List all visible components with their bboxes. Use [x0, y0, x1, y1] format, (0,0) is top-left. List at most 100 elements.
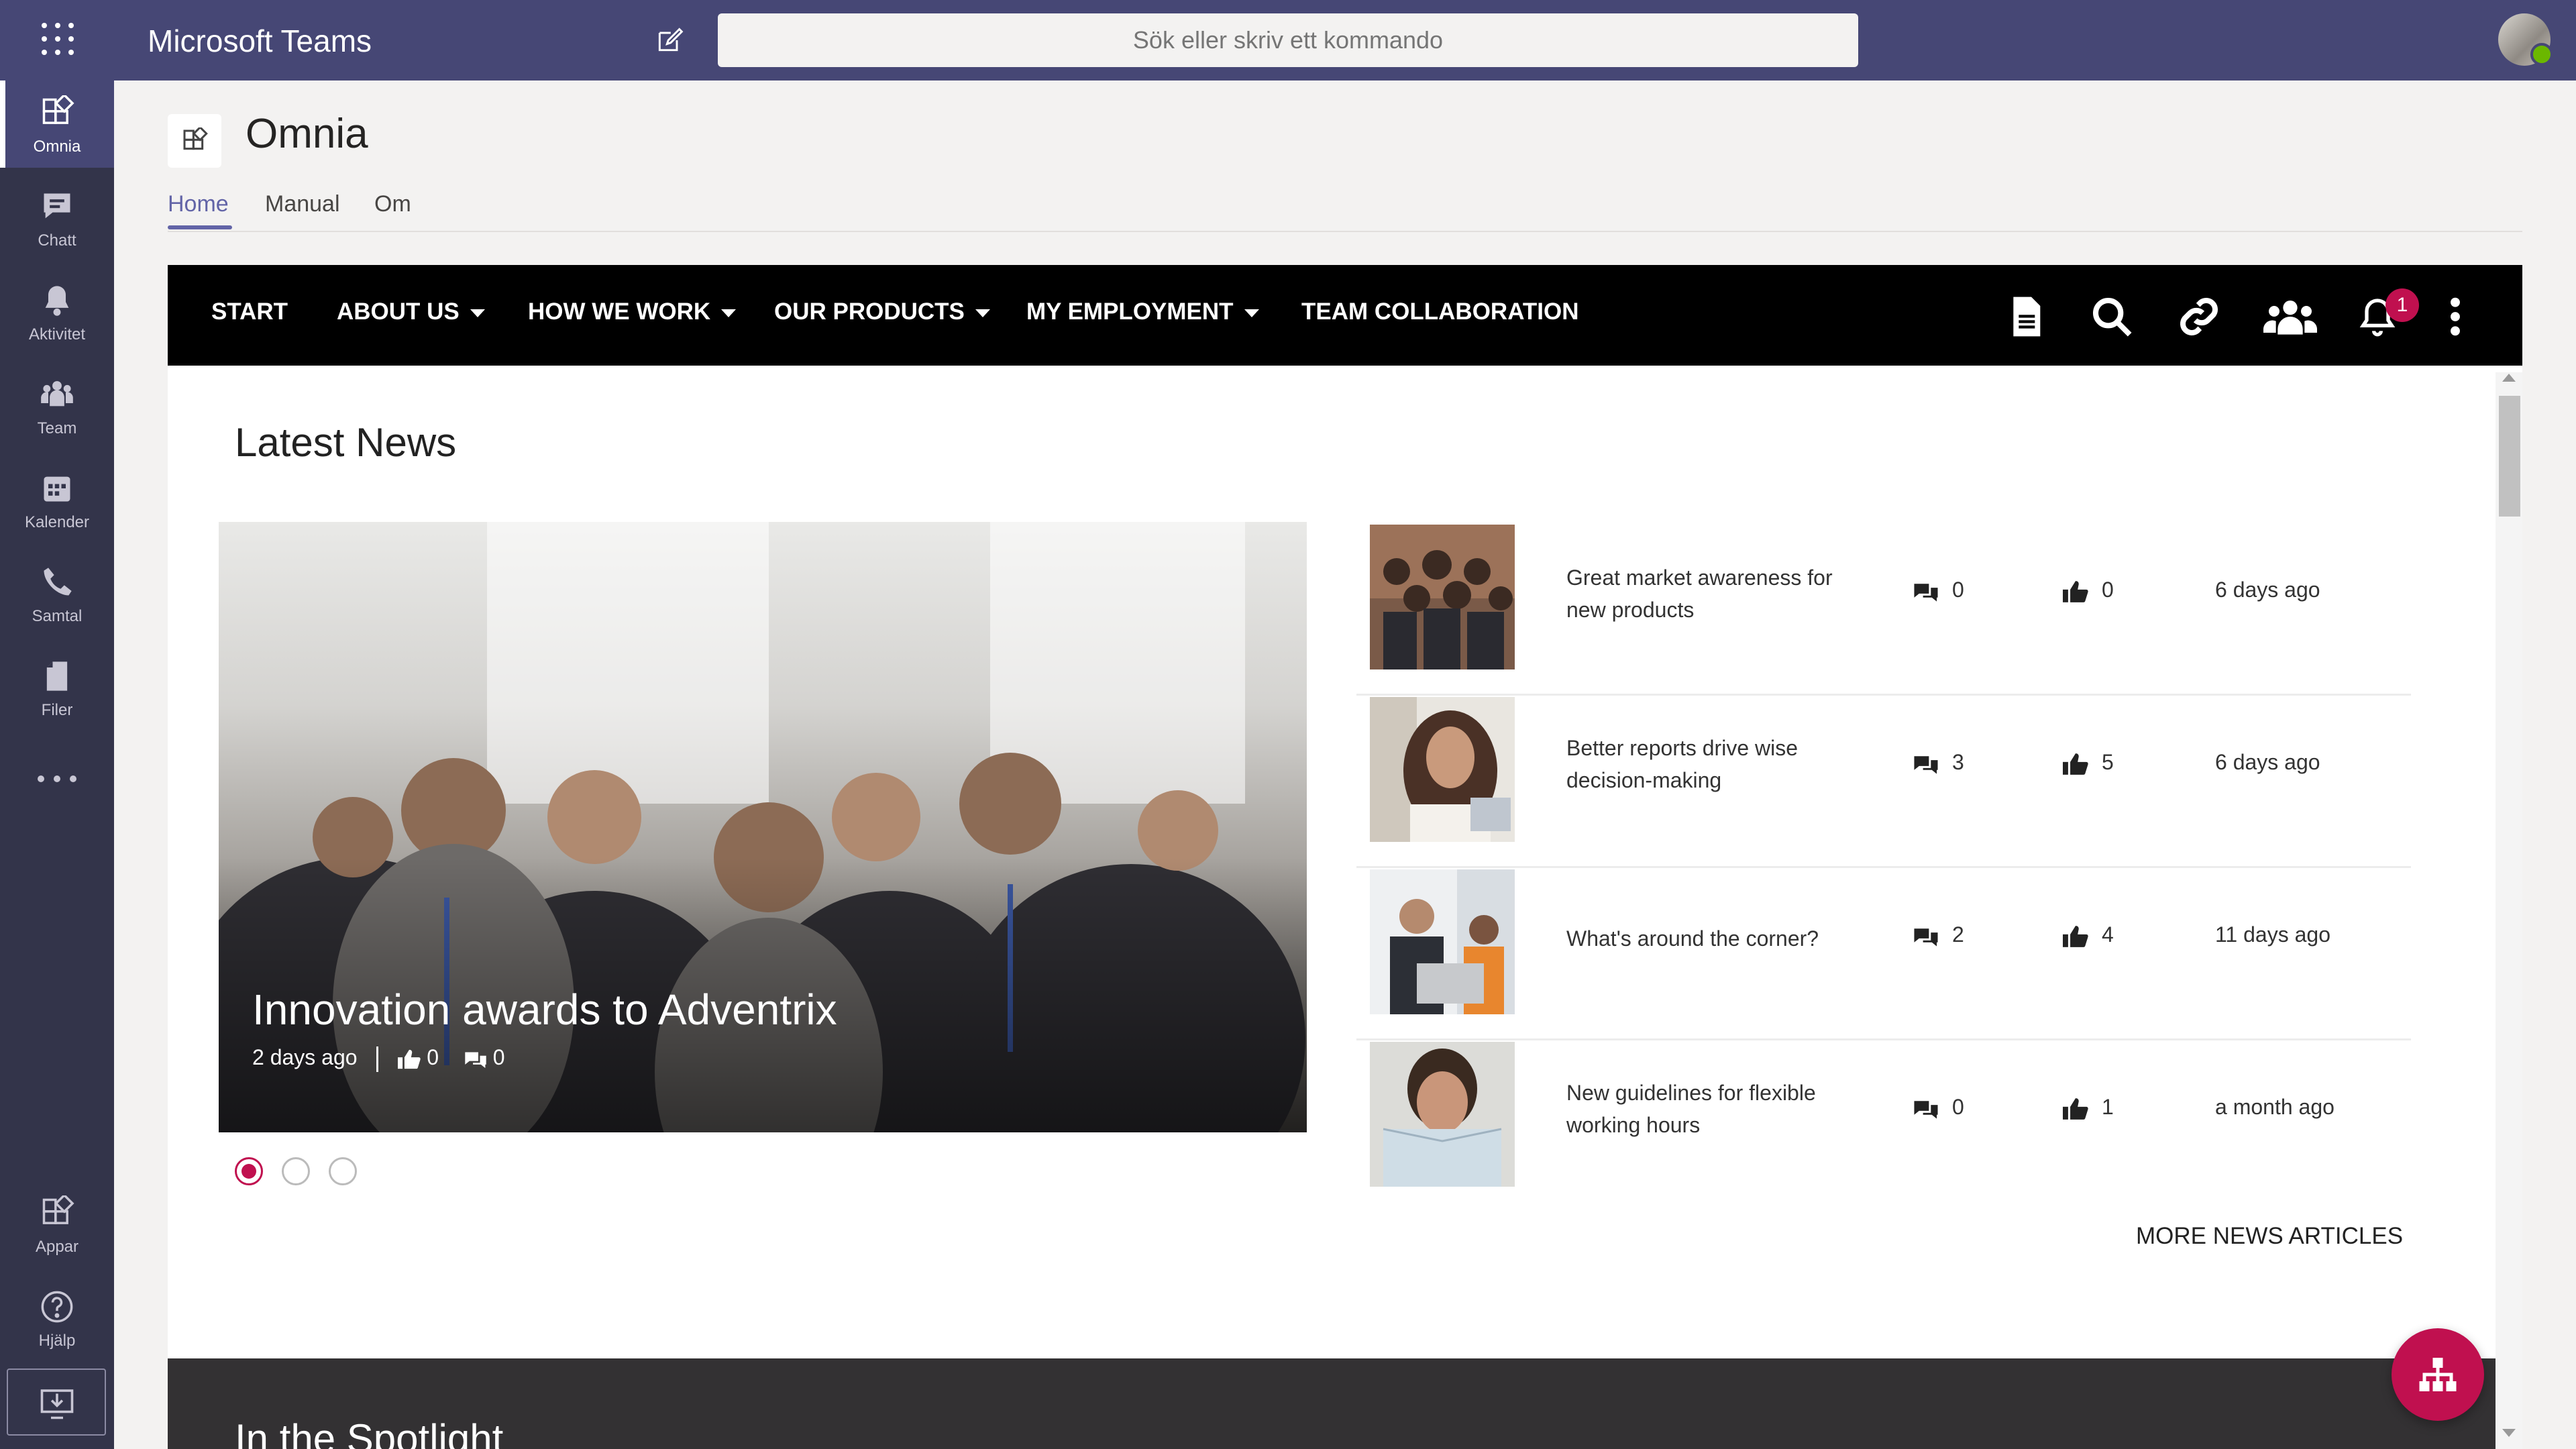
rail-item-calendar[interactable]: Kalender — [0, 456, 114, 543]
carousel-dot-3[interactable] — [329, 1157, 357, 1185]
notification-badge: 1 — [2385, 288, 2419, 322]
featured-news-title[interactable]: Innovation awards to Adventrix — [252, 985, 837, 1034]
omnia-navbar: START ABOUT US HOW WE WORK OUR PRODUCTS … — [168, 265, 2522, 366]
apps-icon — [42, 1195, 74, 1224]
more-apps-icon[interactable] — [35, 771, 79, 785]
carousel-dot-1[interactable] — [235, 1157, 263, 1185]
nav-item-label: START — [211, 299, 288, 325]
search-input[interactable] — [718, 13, 1858, 67]
nav-item-label: OUR PRODUCTS — [774, 299, 965, 325]
featured-news-meta: 2 days ago 0 0 — [252, 1045, 505, 1072]
rail-item-chat[interactable]: Chatt — [0, 174, 114, 262]
thumbs-up-icon — [2063, 580, 2088, 602]
news-thumbnail — [1370, 697, 1515, 842]
team-icon — [41, 381, 73, 407]
apps-icon — [42, 95, 74, 124]
comment-count: 3 — [1952, 750, 1964, 774]
comments-icon — [465, 1052, 486, 1068]
link-icon[interactable] — [2178, 295, 2220, 338]
apps-icon — [183, 127, 208, 150]
bell-icon — [45, 286, 69, 316]
compose-icon[interactable] — [655, 25, 684, 55]
news-title[interactable]: New guidelines for flexible working hour… — [1566, 1077, 1855, 1141]
file-icon — [46, 661, 68, 691]
nav-item-start[interactable]: START — [211, 299, 288, 325]
tab-home[interactable]: Home — [168, 191, 229, 217]
news-likes: 0 — [2063, 578, 2114, 602]
news-likes: 1 — [2063, 1095, 2114, 1120]
news-date: 6 days ago — [2215, 578, 2320, 602]
news-comments: 2 — [1913, 922, 1964, 947]
app-launcher-icon[interactable] — [42, 23, 74, 55]
thumbs-up-icon — [2063, 753, 2088, 775]
comments-icon — [1914, 928, 1938, 947]
news-list-item[interactable]: What's around the corner? 2 4 11 days ag… — [1356, 866, 2411, 1040]
comment-count: 2 — [1952, 922, 1964, 947]
caret-down-icon — [721, 309, 737, 317]
nav-item-label: ABOUT US — [337, 299, 460, 325]
rail-item-activity[interactable]: Aktivitet — [0, 268, 114, 356]
like-count: 1 — [2102, 1095, 2114, 1119]
rail-item-label: Hjälp — [38, 1332, 76, 1350]
news-comments: 0 — [1913, 578, 1964, 602]
sitemap-button[interactable] — [2392, 1328, 2484, 1421]
like-count: 5 — [2102, 750, 2114, 774]
download-app-button[interactable] — [7, 1368, 106, 1436]
like-count: 0 — [2102, 578, 2114, 602]
more-vertical-icon[interactable] — [2442, 295, 2469, 338]
comment-count: 0 — [1952, 1095, 1964, 1119]
divider — [168, 231, 2522, 232]
news-title[interactable]: Better reports drive wise decision-makin… — [1566, 732, 1855, 796]
nav-item-my-employment[interactable]: MY EMPLOYMENT — [1026, 299, 1259, 325]
more-news-link[interactable]: MORE NEWS ARTICLES — [2136, 1223, 2403, 1250]
nav-item-about-us[interactable]: ABOUT US — [337, 299, 485, 325]
comment-count: 0 — [1952, 578, 1964, 602]
news-title[interactable]: Great market awareness for new products — [1566, 561, 1855, 626]
nav-item-our-products[interactable]: OUR PRODUCTS — [774, 299, 990, 325]
avatar[interactable] — [2498, 13, 2553, 66]
news-list-item[interactable]: New guidelines for flexible working hour… — [1356, 1038, 2411, 1211]
phone-icon — [44, 568, 72, 596]
section-title: Latest News — [235, 420, 457, 465]
scroll-down-icon[interactable] — [2502, 1429, 2516, 1437]
rail-item-calls[interactable]: Samtal — [0, 550, 114, 637]
tab-manual[interactable]: Manual — [265, 191, 340, 217]
news-list-item[interactable]: Better reports drive wise decision-makin… — [1356, 694, 2411, 868]
rail-item-omnia[interactable]: Omnia — [0, 80, 114, 168]
nav-item-how-we-work[interactable]: HOW WE WORK — [528, 299, 737, 325]
tab-om[interactable]: Om — [374, 191, 411, 217]
people-icon[interactable] — [2263, 295, 2317, 338]
news-likes: 4 — [2063, 922, 2114, 947]
scrollbar-thumb[interactable] — [2499, 396, 2520, 517]
document-icon[interactable] — [2004, 295, 2047, 338]
comments-icon — [1914, 583, 1938, 602]
nav-item-label: MY EMPLOYMENT — [1026, 299, 1234, 325]
nav-item-team-collaboration[interactable]: TEAM COLLABORATION — [1301, 299, 1578, 325]
news-likes: 5 — [2063, 750, 2114, 775]
channel-app-icon — [168, 114, 221, 168]
thumbs-up-icon — [2063, 925, 2088, 947]
download-icon — [40, 1389, 74, 1419]
chat-icon — [44, 193, 70, 219]
active-tab-indicator — [168, 225, 232, 229]
comments-icon — [1914, 1100, 1938, 1119]
rail-item-label: Omnia — [33, 138, 81, 156]
rail-item-label: Filer — [41, 701, 73, 719]
rail-item-team[interactable]: Team — [0, 362, 114, 449]
rail-item-help[interactable]: Hjälp — [0, 1275, 114, 1362]
rail-item-apps[interactable]: Appar — [0, 1181, 114, 1268]
scroll-up-icon[interactable] — [2502, 374, 2516, 382]
rail-item-label: Team — [37, 419, 77, 437]
news-list-item[interactable]: Great market awareness for new products … — [1356, 521, 2411, 696]
news-title[interactable]: What's around the corner? — [1566, 922, 1855, 955]
thumbs-up-icon — [2063, 1097, 2088, 1120]
search-icon[interactable] — [2090, 295, 2133, 338]
comments-icon — [1914, 755, 1938, 774]
rail-item-label: Kalender — [24, 513, 90, 531]
scrollbar[interactable] — [2496, 372, 2522, 1449]
spotlight-title: In the Spotlight — [235, 1416, 504, 1449]
rail-item-files[interactable]: Filer — [0, 644, 114, 731]
featured-news-likes: 0 — [427, 1045, 439, 1069]
carousel-dot-2[interactable] — [282, 1157, 310, 1185]
featured-news-card[interactable]: Innovation awards to Adventrix 2 days ag… — [219, 522, 1307, 1132]
